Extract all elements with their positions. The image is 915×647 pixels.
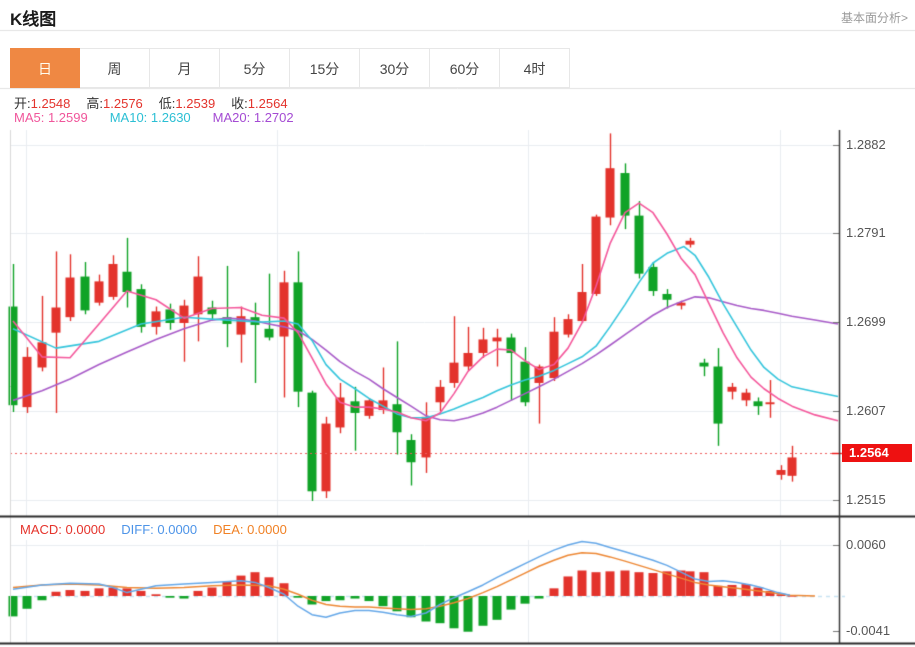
ma-legend-item: MA20: 1.2702 [212, 110, 294, 125]
y-axis-label: 1.2699 [846, 314, 886, 330]
page-title: K线图 [10, 10, 57, 29]
y-axis-label: 1.2791 [846, 225, 886, 241]
kline-widget: K线图 基本面分析> 日周月 5分 15分 30分 60分 4时 开:1.2548 高:1.… [0, 0, 915, 647]
macd-legend-item: MACD: 0.0000 [20, 522, 106, 537]
y-axis-label: 1.2882 [846, 137, 886, 152]
macd-y-axis-label: 0.0060 [846, 537, 886, 552]
y-axis-label: 1.2607 [846, 403, 886, 418]
tab-4时[interactable]: 4时 [500, 48, 570, 88]
tab-日[interactable]: 日 [10, 48, 80, 88]
tab-周[interactable]: 周 [80, 48, 150, 88]
tab-月[interactable]: 月 [150, 48, 220, 88]
ma-legend: MA5: 1.2599 MA10: 1.2630 MA20: 1.2702 [14, 110, 294, 125]
tab-30分[interactable]: 30分 [360, 48, 430, 88]
tab-15分[interactable]: 15分 [290, 48, 360, 88]
ma-legend-item: MA10: 1.2630 [109, 110, 191, 125]
current-price-tag: 1.2564 [842, 444, 912, 462]
macd-legend-item: DIFF: 0.0000 [121, 522, 198, 537]
ma-legend-item: MA5: 1.2599 [14, 110, 88, 125]
period-tabs: 日周月 5分 15分 30分 60分 4时 [10, 48, 570, 88]
tab-5分[interactable]: 5分 [220, 48, 290, 88]
fundamental-analysis-link[interactable]: 基本面分析> [841, 9, 908, 26]
y-axis-label: 1.2515 [846, 492, 886, 507]
macd-y-axis-label: -0.0041 [846, 622, 891, 638]
tab-60分[interactable]: 60分 [430, 48, 500, 88]
macd-legend-item: DEA: 0.0000 [213, 522, 287, 537]
macd-legend: MACD: 0.0000 DIFF: 0.0000 DEA: 0.0000 [20, 522, 287, 537]
